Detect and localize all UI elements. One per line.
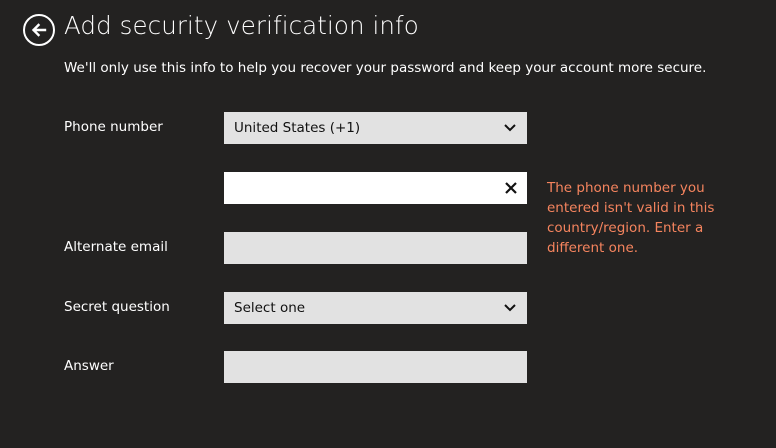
phone-number-label: Phone number [64,119,163,135]
page-title: Add security verification info [64,11,419,40]
secret-question-dropdown[interactable]: Select one [224,292,527,324]
page-subtitle: We'll only use this info to help you rec… [64,60,707,76]
chevron-down-icon [504,304,516,312]
secret-question-value: Select one [234,300,306,316]
phone-error-message: The phone number you entered isn't valid… [547,180,715,256]
answer-label: Answer [64,358,114,374]
clear-icon[interactable] [503,180,519,196]
chevron-down-icon [504,124,516,132]
alternate-email-label: Alternate email [64,239,168,255]
secret-question-label: Secret question [64,299,170,315]
alternate-email-input[interactable] [224,232,527,264]
phone-number-input[interactable] [224,172,527,204]
country-code-dropdown[interactable]: United States (+1) [224,112,527,144]
back-button[interactable] [23,14,55,46]
back-arrow-icon [31,23,47,37]
answer-input[interactable] [224,351,527,383]
country-code-value: United States (+1) [234,120,361,136]
